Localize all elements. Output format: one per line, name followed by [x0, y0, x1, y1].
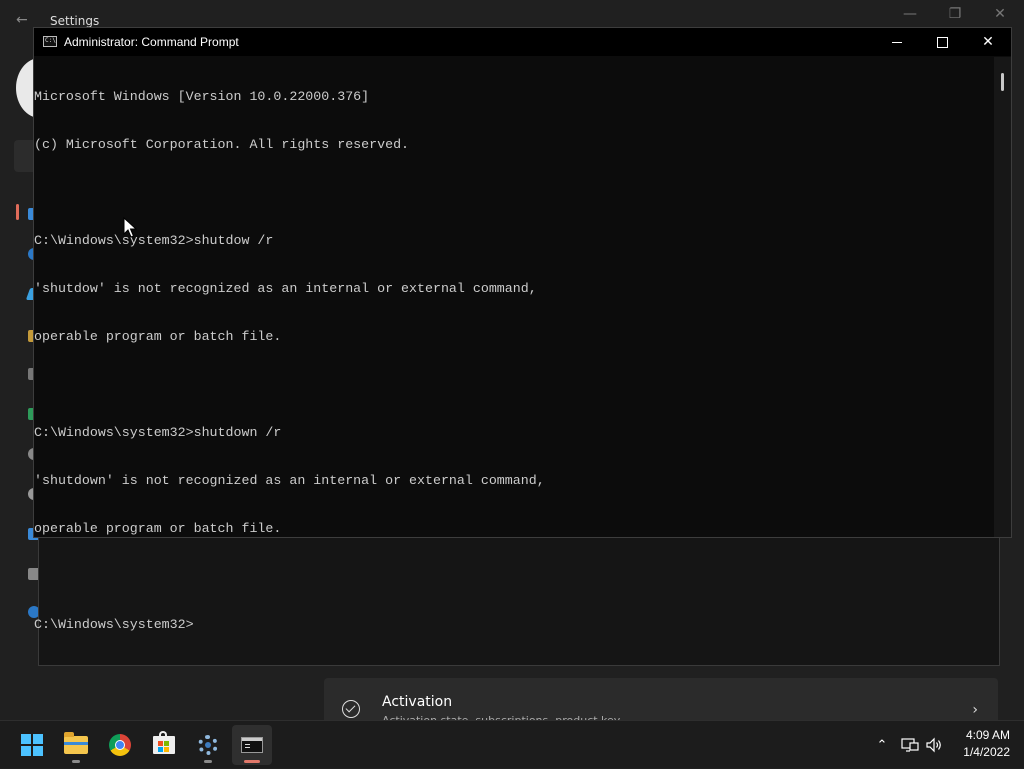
taskbar-file-explorer[interactable]	[56, 725, 96, 765]
maximize-button[interactable]	[919, 28, 965, 56]
back-arrow-icon[interactable]: ←	[16, 12, 28, 28]
taskbar-settings[interactable]	[188, 725, 228, 765]
checkmark-icon	[342, 700, 360, 718]
settings-restore-icon[interactable]: ❐	[945, 6, 965, 22]
console-line: C:\Windows\system32>shutdown /r	[34, 425, 282, 440]
cmd-titlebar[interactable]: C:\ Administrator: Command Prompt ✕	[34, 28, 1011, 56]
store-icon	[153, 731, 175, 754]
taskbar-command-prompt[interactable]	[232, 725, 272, 765]
console-line: C:\Windows\system32>shutdow /r	[34, 233, 274, 248]
running-indicator	[72, 760, 80, 763]
close-icon: ✕	[982, 34, 994, 50]
windows-logo-icon	[21, 734, 43, 756]
console-output[interactable]: Microsoft Windows [Version 10.0.22000.37…	[34, 57, 994, 632]
settings-title: Settings	[50, 14, 100, 28]
volume-button[interactable]	[924, 721, 944, 769]
minimize-icon	[892, 41, 902, 43]
clock-date: 1/4/2022	[963, 745, 1010, 759]
terminal-icon	[241, 737, 263, 753]
console-line: (c) Microsoft Corporation. All rights re…	[34, 137, 410, 152]
sidebar-selection-indicator	[16, 204, 19, 220]
activation-title: Activation	[382, 694, 453, 710]
console-line: 'shutdown' is not recognized as an inter…	[34, 473, 545, 488]
gear-icon	[198, 735, 218, 755]
chrome-icon	[109, 734, 131, 756]
clock[interactable]: 4:09 AM 1/4/2022	[963, 727, 1010, 761]
folder-icon	[64, 732, 88, 754]
command-prompt-window[interactable]: C:\ Administrator: Command Prompt ✕ Micr…	[33, 27, 1012, 632]
taskbar-chrome[interactable]	[100, 725, 140, 765]
network-status-button[interactable]	[900, 721, 920, 769]
console-line: operable program or batch file.	[34, 329, 282, 344]
cmd-title: Administrator: Command Prompt	[64, 35, 239, 49]
chevron-up-icon: ⌃	[876, 737, 888, 753]
console-prompt[interactable]: C:\Windows\system32>	[34, 617, 994, 633]
start-button[interactable]	[12, 725, 52, 765]
settings-close-icon[interactable]: ✕	[990, 6, 1010, 22]
activation-card[interactable]: Activation Activation state, subscriptio…	[324, 678, 998, 724]
speaker-icon	[926, 737, 941, 753]
close-button[interactable]: ✕	[965, 28, 1011, 56]
chevron-right-icon: ›	[972, 702, 978, 718]
active-indicator	[244, 760, 260, 763]
console-scrollbar[interactable]	[994, 57, 1011, 537]
settings-minimize-icon[interactable]: —	[900, 6, 920, 22]
console-line: Microsoft Windows [Version 10.0.22000.37…	[34, 89, 370, 104]
taskbar-microsoft-store[interactable]	[144, 725, 184, 765]
running-indicator	[204, 760, 212, 763]
console-line: operable program or batch file.	[34, 521, 282, 536]
scrollbar-thumb[interactable]	[1001, 73, 1004, 91]
console-line: 'shutdow' is not recognized as an intern…	[34, 281, 537, 296]
maximize-icon	[936, 36, 948, 48]
minimize-button[interactable]	[874, 28, 920, 56]
taskbar: ⌃ 4:09 AM 1/4/2022	[0, 720, 1024, 768]
clock-time: 4:09 AM	[965, 728, 1010, 742]
mouse-pointer-icon	[123, 217, 137, 238]
show-hidden-icons-button[interactable]: ⌃	[872, 721, 892, 769]
network-icon	[901, 738, 919, 752]
command-prompt-icon: C:\	[43, 36, 57, 47]
